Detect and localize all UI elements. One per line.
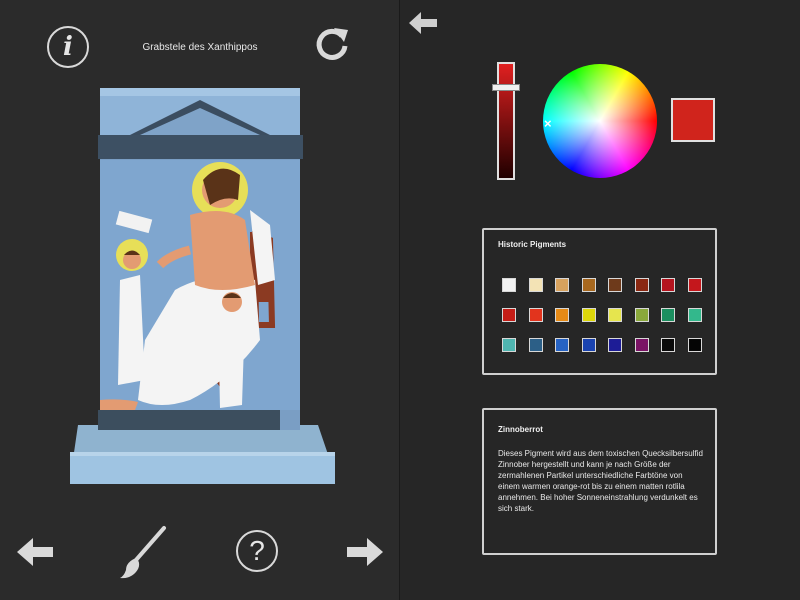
panel-divider (399, 0, 400, 600)
arrow-left-icon[interactable] (15, 536, 55, 568)
pigment-swatch[interactable] (661, 278, 675, 292)
stele-model-view[interactable] (60, 80, 350, 500)
selected-color-swatch (671, 98, 715, 142)
pigment-swatch[interactable] (661, 308, 675, 322)
pigment-swatch[interactable] (502, 308, 516, 322)
pigment-grid (502, 278, 702, 352)
pigment-swatch[interactable] (661, 338, 675, 352)
pigment-swatch[interactable] (608, 338, 622, 352)
pigments-heading: Historic Pigments (498, 240, 567, 249)
color-wheel[interactable] (543, 64, 657, 178)
stele-pediment (98, 88, 303, 159)
pigment-swatch[interactable] (528, 308, 543, 322)
pigment-swatch[interactable] (528, 338, 543, 352)
pigment-swatch[interactable] (687, 338, 702, 352)
pigment-swatch[interactable] (608, 308, 622, 322)
pigment-description: Dieses Pigment wird aus dem toxischen Qu… (498, 449, 703, 513)
pigment-swatch[interactable] (555, 278, 569, 292)
pigment-name: Zinnoberrot (498, 425, 543, 434)
pigment-swatch[interactable] (634, 278, 649, 292)
pigment-swatch[interactable] (687, 308, 702, 322)
brightness-slider[interactable] (497, 62, 515, 180)
info-icon: i (63, 32, 73, 62)
pigment-description-panel: Zinnoberrot Dieses Pigment wird aus dem … (482, 408, 717, 555)
page-title: Grabstele des Xanthippos (142, 42, 258, 53)
historic-pigments-panel: Historic Pigments (482, 228, 717, 375)
pigment-swatch[interactable] (581, 338, 596, 352)
pigment-swatch[interactable] (528, 278, 543, 292)
pigment-swatch[interactable] (581, 278, 596, 292)
back-arrow-icon[interactable] (407, 10, 439, 36)
reset-icon[interactable] (312, 24, 352, 64)
pigment-swatch[interactable] (555, 338, 569, 352)
pigment-swatch[interactable] (634, 308, 649, 322)
help-button[interactable]: ? (236, 530, 278, 572)
stele-base (70, 425, 335, 484)
pigment-swatch[interactable] (608, 278, 622, 292)
info-button[interactable]: i (47, 26, 89, 68)
paintbrush-icon[interactable] (116, 524, 170, 580)
pigment-swatch[interactable] (555, 308, 569, 322)
pigment-swatch[interactable] (687, 278, 702, 292)
color-wheel-marker: × (544, 116, 552, 131)
pigment-swatch[interactable] (634, 338, 649, 352)
pigment-swatch[interactable] (581, 308, 596, 322)
pigment-swatch[interactable] (502, 338, 516, 352)
arrow-right-icon[interactable] (345, 536, 385, 568)
help-icon: ? (249, 535, 265, 566)
pigment-swatch[interactable] (502, 278, 516, 292)
brightness-slider-handle[interactable] (492, 84, 520, 91)
